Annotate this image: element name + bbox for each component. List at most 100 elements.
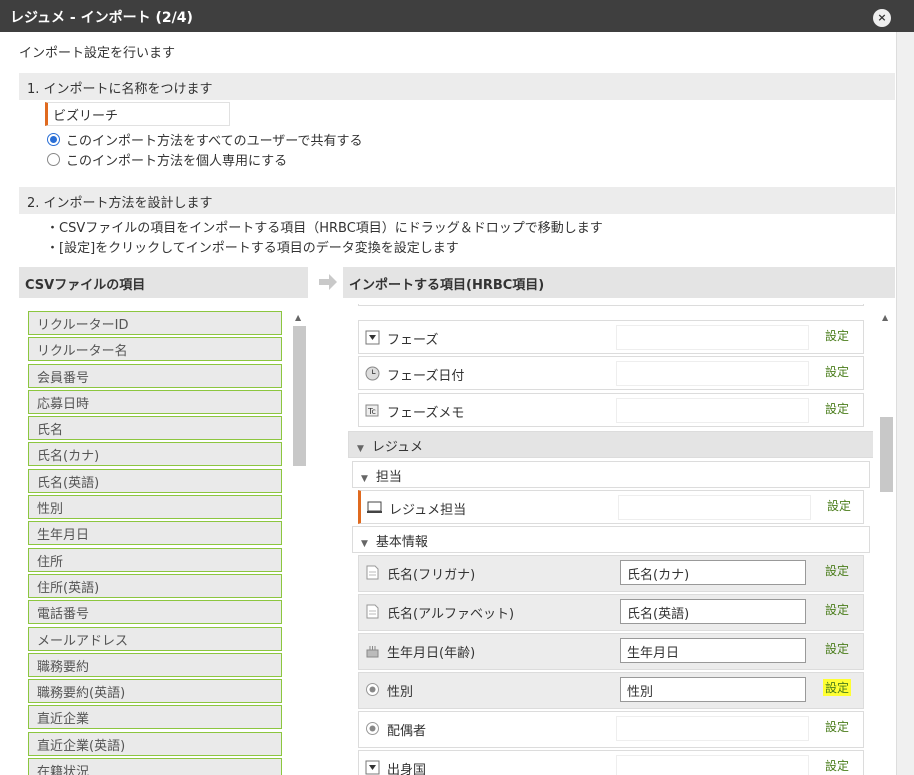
field-drop-target[interactable] <box>616 398 809 423</box>
field-label: フェーズ日付 <box>387 369 465 384</box>
radio-personal-icon[interactable] <box>47 153 60 166</box>
csv-item[interactable]: リクルーターID <box>28 311 282 335</box>
csv-item[interactable]: リクルーター名 <box>28 337 282 362</box>
csv-item[interactable]: 在籍状況 <box>28 758 282 775</box>
dialog-title: レジュメ - インポート (2/4) <box>10 10 193 26</box>
field-drop-target[interactable] <box>616 755 809 775</box>
close-icon[interactable]: × <box>873 9 891 27</box>
import-name-input[interactable]: ビズリーチ <box>45 102 230 126</box>
computer-icon <box>367 501 382 513</box>
radio-share-all-label: このインポート方法をすべてのユーザーで共有する <box>66 134 363 149</box>
field-label: 出身国 <box>387 763 427 775</box>
field-label: 氏名(アルファベット) <box>387 607 515 622</box>
radio-personal[interactable]: このインポート方法を個人専用にする <box>47 150 287 169</box>
set-button[interactable]: 設定 <box>823 327 851 344</box>
dropdown-icon <box>365 760 380 775</box>
group-resume[interactable]: ▼ レジュメ <box>348 431 873 458</box>
set-button[interactable]: 設定 <box>823 562 851 579</box>
csv-scrollbar[interactable]: ▲ <box>293 311 306 775</box>
field-row-country: 出身国 設定 <box>358 750 864 775</box>
field-drop-target[interactable] <box>616 361 809 386</box>
instruction-note-1: ・CSVファイルの項目をインポートする項目（HRBC項目）にドラッグ＆ドロップで… <box>46 221 603 236</box>
csv-item[interactable]: 応募日時 <box>28 389 282 414</box>
field-label: 配偶者 <box>387 724 427 739</box>
csv-item-list: リクルーターID リクルーター名 会員番号 応募日時 氏名 氏名(カナ) 氏名(… <box>28 311 282 775</box>
field-label: 氏名(フリガナ) <box>387 568 476 583</box>
radio-share-all-icon[interactable] <box>47 133 60 146</box>
csv-item[interactable]: 職務要約(英語) <box>28 679 282 704</box>
set-button[interactable]: 設定 <box>823 601 851 618</box>
csv-item[interactable]: メールアドレス <box>28 626 282 651</box>
radio-icon <box>366 683 379 696</box>
field-row-gender: 性別 性別 設定 <box>358 672 864 709</box>
field-row-phase: フェーズ 設定 <box>358 320 864 354</box>
scroll-up-icon[interactable]: ▲ <box>295 313 301 322</box>
dialog-titlebar: レジュメ - インポート (2/4) × <box>0 0 914 32</box>
window-edge <box>896 32 914 775</box>
arrow-right-icon <box>319 274 337 290</box>
field-drop-target[interactable] <box>616 325 809 350</box>
scroll-up-icon[interactable]: ▲ <box>882 313 888 322</box>
intro-text: インポート設定を行います <box>19 46 176 61</box>
set-button[interactable]: 設定 <box>823 757 851 774</box>
group-label: 担当 <box>375 470 402 485</box>
csv-item[interactable]: 氏名 <box>28 416 282 441</box>
field-mapped-value[interactable]: 生年月日 <box>620 638 806 663</box>
section2-heading: 2. インポート方法を設計します <box>19 187 895 214</box>
radio-icon <box>366 722 379 735</box>
field-mapped-value[interactable]: 性別 <box>620 677 806 702</box>
set-button[interactable]: 設定 <box>823 640 851 657</box>
hrbc-scrollbar[interactable]: ▲ <box>880 311 893 775</box>
clock-icon <box>365 366 380 381</box>
dropdown-icon <box>365 330 380 345</box>
set-button[interactable]: 設定 <box>823 363 851 380</box>
set-button[interactable]: 設定 <box>823 679 852 696</box>
hrbc-field-panel: フェーズ 設定 フェーズ日付 設定 Tc フェーズメモ 設定 ▼ レジュメ ▼ 担当… <box>343 304 873 775</box>
field-label: レジュメ担当 <box>389 503 467 518</box>
field-drop-target[interactable] <box>618 495 811 520</box>
field-label: フェーズ <box>387 333 439 348</box>
radio-share-all[interactable]: このインポート方法をすべてのユーザーで共有する <box>47 130 363 149</box>
field-mapped-value[interactable]: 氏名(カナ) <box>620 560 806 585</box>
csv-item[interactable]: 会員番号 <box>28 363 282 388</box>
set-button[interactable]: 設定 <box>825 497 853 514</box>
field-row-partial <box>358 304 864 306</box>
csv-item[interactable]: 性別 <box>28 495 282 520</box>
csv-column-heading: CSVファイルの項目 <box>19 267 308 298</box>
collapse-triangle-icon[interactable]: ▼ <box>361 539 368 549</box>
field-row-alphabet: 氏名(アルファベット) 氏名(英語) 設定 <box>358 594 864 631</box>
field-row-furigana: 氏名(フリガナ) 氏名(カナ) 設定 <box>358 555 864 592</box>
csv-item[interactable]: 生年月日 <box>28 521 282 546</box>
field-row-spouse: 配偶者 設定 <box>358 711 864 748</box>
document-icon <box>366 604 379 619</box>
csv-item[interactable]: 氏名(カナ) <box>28 442 282 467</box>
csv-scroll-thumb[interactable] <box>293 326 306 466</box>
set-button[interactable]: 設定 <box>823 718 851 735</box>
field-label: フェーズメモ <box>387 406 465 421</box>
collapse-triangle-icon[interactable]: ▼ <box>361 474 368 484</box>
csv-item[interactable]: 住所(英語) <box>28 573 282 598</box>
group-label: 基本情報 <box>375 535 428 550</box>
set-button[interactable]: 設定 <box>823 400 851 417</box>
radio-personal-label: このインポート方法を個人専用にする <box>66 154 288 169</box>
field-drop-target[interactable] <box>616 716 809 741</box>
svg-text:Tc: Tc <box>367 407 376 416</box>
field-label: 生年月日(年齢) <box>387 646 476 661</box>
field-label: 性別 <box>387 685 414 700</box>
csv-item[interactable]: 直近企業 <box>28 705 282 730</box>
group-owner[interactable]: ▼ 担当 <box>352 461 870 488</box>
csv-item[interactable]: 職務要約 <box>28 652 282 677</box>
group-basic-info[interactable]: ▼ 基本情報 <box>352 526 870 553</box>
csv-item[interactable]: 電話番号 <box>28 600 282 625</box>
collapse-triangle-icon[interactable]: ▼ <box>357 444 364 454</box>
hrbc-scroll-thumb[interactable] <box>880 417 893 492</box>
memo-icon: Tc <box>365 404 379 417</box>
csv-item[interactable]: 直近企業(英語) <box>28 731 282 756</box>
instruction-note-2: ・[設定]をクリックしてインポートする項目のデータ変換を設定します <box>46 241 459 256</box>
field-row-resume-owner: レジュメ担当 設定 <box>358 490 864 524</box>
csv-item[interactable]: 住所 <box>28 547 282 572</box>
cake-icon <box>366 646 379 658</box>
field-mapped-value[interactable]: 氏名(英語) <box>620 599 806 624</box>
document-icon <box>366 565 379 580</box>
csv-item[interactable]: 氏名(英語) <box>28 468 282 493</box>
